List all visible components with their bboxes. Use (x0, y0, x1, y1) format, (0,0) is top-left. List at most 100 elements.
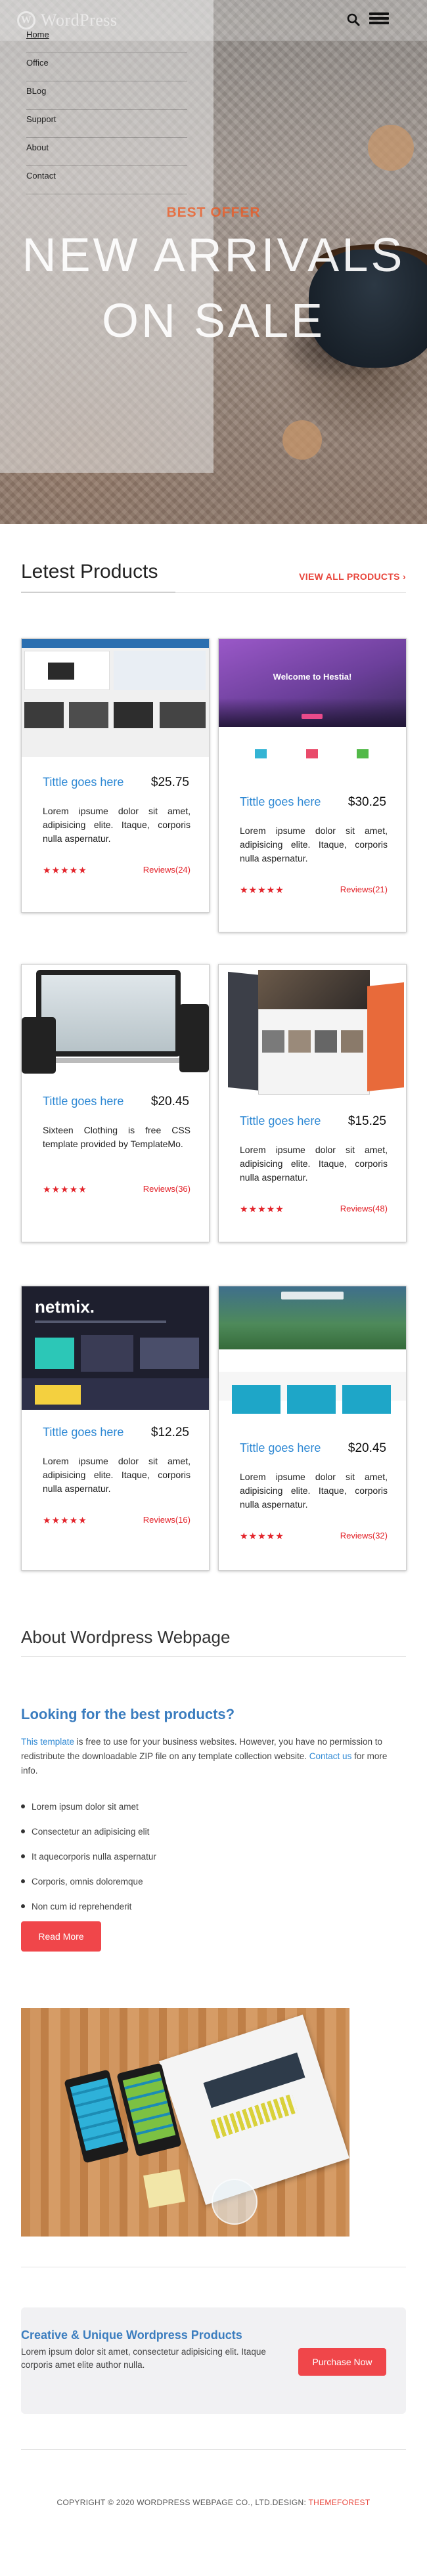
thumb-image (262, 1030, 284, 1053)
reviews-link[interactable]: Reviews(24) (143, 865, 191, 875)
cookie-decoration (282, 420, 322, 460)
themeforest-link[interactable]: THEMEFOREST (309, 2498, 371, 2507)
reviews-link[interactable]: Reviews(21) (340, 884, 388, 894)
list-item: It aquecorporis nulla aspernatur (21, 1844, 389, 1869)
product-price: $12.25 (150, 1426, 189, 1439)
product-description: Lorem ipsume dolor sit amet, adipisicing… (240, 1145, 388, 1183)
nav-item-support[interactable]: Support (26, 110, 187, 138)
product-title[interactable]: Tittle goes here (43, 1095, 124, 1108)
rating-stars: ★★★★★ (43, 865, 87, 875)
list-item-label: Lorem ipsum dolor sit amet (32, 1801, 139, 1812)
list-item-label: Non cum id reprehenderit (32, 1901, 132, 1911)
thumb-header (22, 639, 209, 648)
thumb-image (288, 1030, 311, 1053)
hamburger-menu-icon[interactable] (369, 11, 389, 29)
product-card[interactable]: Tittle goes here $20.45 Sixteen Clothing… (21, 964, 210, 1242)
glass (212, 2179, 258, 2225)
nav-item-office[interactable]: Office (26, 53, 187, 81)
nav-item-blog[interactable]: BLog (26, 81, 187, 110)
thumb-image (81, 1335, 133, 1372)
product-card[interactable]: netmix. Tittle goes here $12.25 Lorem ip… (21, 1286, 210, 1571)
product-title[interactable]: Tittle goes here (43, 775, 124, 789)
thumb-feature (287, 1385, 336, 1414)
nav-item-home[interactable]: Home (26, 25, 187, 53)
hero-offer-label: BEST OFFER (166, 205, 261, 220)
product-thumbnail (219, 1286, 406, 1424)
devices-photo (21, 2008, 349, 2237)
nav-item-contact[interactable]: Contact (26, 166, 187, 194)
main-nav: Home Office BLog Support About Contact (26, 25, 187, 194)
list-item-label: It aquecorporis nulla aspernatur (32, 1851, 156, 1862)
section-divider (21, 2449, 406, 2450)
list-item: Lorem ipsum dolor sit amet (21, 1794, 389, 1819)
thumb-image (140, 1338, 199, 1369)
about-section-title: About Wordpress Webpage (21, 1627, 231, 1647)
hero-banner: W WordPress Home Office BLog Support Abo… (0, 0, 427, 524)
purchase-now-button[interactable]: Purchase Now (298, 2348, 386, 2376)
product-card[interactable]: Tittle goes here $25.75 Lorem ipsume dol… (21, 638, 210, 913)
product-thumbnail: Welcome to Hestia! (219, 639, 406, 777)
bullet-icon (21, 1879, 25, 1883)
sticky-note (143, 2169, 185, 2208)
product-title[interactable]: Tittle goes here (240, 1441, 321, 1455)
product-price: $20.45 (348, 1441, 386, 1455)
thumb-feature-icon (255, 749, 267, 758)
thumb-image (35, 1385, 81, 1405)
reviews-link[interactable]: Reviews(16) (143, 1515, 191, 1525)
thumb-phone (22, 1017, 56, 1074)
thumb-page (367, 982, 404, 1091)
thumb-button (302, 714, 323, 719)
view-all-products-link[interactable]: VIEW ALL PRODUCTS › (299, 571, 406, 582)
view-all-label: VIEW ALL PRODUCTS (299, 571, 400, 582)
product-description: Lorem ipsume dolor sit amet, adipisicing… (43, 1456, 191, 1494)
template-link[interactable]: This template (21, 1737, 74, 1747)
thumb-feature-icon (357, 749, 369, 758)
cookie-decoration (368, 125, 414, 171)
product-card[interactable]: Welcome to Hestia! Tittle goes here $30.… (218, 638, 407, 932)
about-paragraph: This template is free to use for your bu… (21, 1735, 402, 1778)
cta-text: Lorem ipsum dolor sit amet, consectetur … (21, 2347, 266, 2370)
thumb-feature (342, 1385, 391, 1414)
bullet-icon (21, 1904, 25, 1908)
thumb-logo (281, 1292, 344, 1299)
rating-stars: ★★★★★ (240, 1204, 284, 1214)
thumb-image (341, 1030, 363, 1053)
product-card[interactable]: Tittle goes here $15.25 Lorem ipsume dol… (218, 964, 407, 1242)
product-description: Lorem ipsume dolor sit amet, adipisicing… (240, 1472, 388, 1510)
list-item: Corporis, omnis doloremque (21, 1869, 389, 1894)
product-card[interactable]: Tittle goes here $20.45 Lorem ipsume dol… (218, 1286, 407, 1571)
about-question: Looking for the best products? (21, 1706, 235, 1722)
product-title[interactable]: Tittle goes here (240, 1114, 321, 1128)
reviews-link[interactable]: Reviews(36) (143, 1184, 191, 1194)
thumb-laptop-screen (41, 975, 175, 1051)
list-item-label: Corporis, omnis doloremque (32, 1876, 143, 1887)
hero-headline-line2: ON SALE (101, 295, 326, 347)
contact-link[interactable]: Contact us (309, 1751, 352, 1761)
thumb-image (24, 702, 64, 728)
list-item-label: Consectetur an adipisicing elit (32, 1826, 150, 1837)
chevron-right-icon: › (403, 571, 406, 582)
list-item: Non cum id reprehenderit (21, 1894, 389, 1919)
cta-title: Creative & Unique Wordpress Products (21, 2328, 242, 2342)
product-title[interactable]: Tittle goes here (43, 1426, 124, 1439)
bullet-icon (21, 1804, 25, 1808)
reviews-link[interactable]: Reviews(32) (340, 1531, 388, 1540)
search-icon[interactable] (346, 12, 361, 28)
thumb-image (315, 1030, 337, 1053)
thumb-logo: netmix. (35, 1297, 95, 1317)
thumb-image (69, 702, 108, 728)
product-thumbnail (219, 965, 406, 1102)
bullet-icon (21, 1829, 25, 1833)
product-thumbnail: netmix. (22, 1286, 209, 1410)
reviews-link[interactable]: Reviews(48) (340, 1204, 388, 1213)
product-title[interactable]: Tittle goes here (240, 795, 321, 809)
nav-item-about[interactable]: About (26, 138, 187, 166)
section-divider (21, 1656, 406, 1657)
product-description: Sixteen Clothing is free CSS template pr… (43, 1125, 191, 1149)
thumb-image (160, 702, 206, 728)
read-more-button[interactable]: Read More (21, 1921, 101, 1952)
bullet-icon (21, 1854, 25, 1858)
menu-bar (369, 12, 389, 15)
product-price: $30.25 (348, 795, 386, 809)
thumb-line (35, 1321, 166, 1323)
